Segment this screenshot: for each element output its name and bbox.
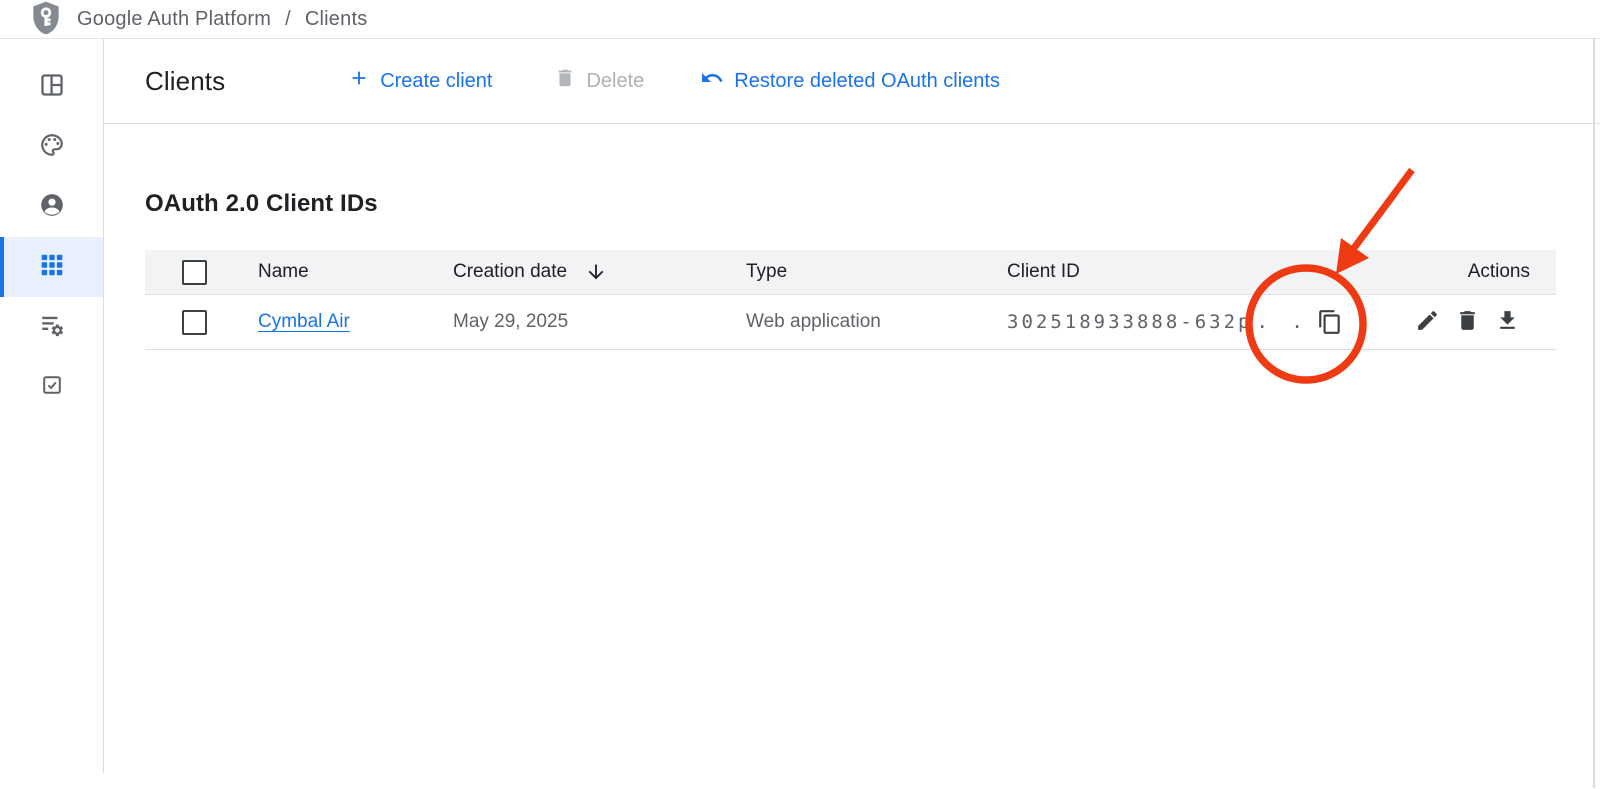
column-header-client-id[interactable]: Client ID bbox=[1007, 261, 1407, 283]
sidebar bbox=[0, 39, 104, 773]
sidebar-item-verification[interactable] bbox=[0, 357, 103, 417]
table-header-row: Name Creation date Type Client ID Action… bbox=[145, 250, 1556, 295]
column-header-actions: Actions bbox=[1407, 261, 1556, 283]
client-name-link[interactable]: Cymbal Air bbox=[258, 311, 350, 332]
create-client-button[interactable]: Create client bbox=[348, 67, 492, 95]
undo-icon bbox=[700, 66, 724, 96]
sort-descending-icon bbox=[585, 261, 607, 283]
edit-client-button[interactable] bbox=[1415, 308, 1440, 336]
breadcrumb: Google Auth Platform / Clients bbox=[77, 8, 367, 31]
trash-icon bbox=[554, 67, 576, 95]
column-header-name[interactable]: Name bbox=[258, 261, 453, 283]
restore-clients-button[interactable]: Restore deleted OAuth clients bbox=[700, 66, 1000, 96]
client-id-cell: 302518933888-632p . . bbox=[1007, 309, 1407, 335]
main-content: Clients Create client Delete Restore del… bbox=[104, 39, 1600, 789]
sidebar-item-data-access[interactable] bbox=[0, 297, 103, 357]
select-all-checkbox[interactable] bbox=[182, 260, 207, 285]
sidebar-item-audience[interactable] bbox=[0, 177, 103, 237]
page-title: Clients bbox=[145, 66, 225, 97]
column-header-type[interactable]: Type bbox=[746, 261, 1007, 283]
plus-icon bbox=[348, 67, 370, 95]
dashboard-icon bbox=[39, 72, 65, 103]
top-bar: Google Auth Platform / Clients bbox=[0, 0, 1600, 39]
breadcrumb-separator: / bbox=[285, 8, 291, 31]
download-client-button[interactable] bbox=[1495, 308, 1520, 336]
table-row: Cymbal Air May 29, 2025 Web application … bbox=[145, 295, 1556, 350]
checkbox-check-icon bbox=[40, 373, 64, 402]
client-id-value: 302518933888-632p bbox=[1007, 311, 1252, 333]
copy-client-id-button[interactable] bbox=[1317, 309, 1343, 335]
page-header: Clients Create client Delete Restore del… bbox=[104, 39, 1600, 124]
oauth-clients-table: Name Creation date Type Client ID Action… bbox=[145, 250, 1556, 350]
breadcrumb-page: Clients bbox=[305, 8, 368, 31]
delete-button[interactable]: Delete bbox=[554, 67, 644, 95]
column-header-creation-date[interactable]: Creation date bbox=[453, 261, 746, 283]
creation-date-cell: May 29, 2025 bbox=[453, 311, 746, 333]
list-gear-icon bbox=[39, 312, 65, 343]
pencil-icon bbox=[1415, 308, 1440, 336]
download-icon bbox=[1495, 308, 1520, 336]
sidebar-item-branding[interactable] bbox=[0, 117, 103, 177]
sidebar-item-overview[interactable] bbox=[0, 57, 103, 117]
palette-icon bbox=[39, 132, 65, 163]
grid-apps-icon bbox=[39, 252, 65, 283]
row-checkbox[interactable] bbox=[182, 310, 207, 335]
client-id-ellipsis: . . bbox=[1256, 311, 1308, 333]
content-right-divider bbox=[1593, 38, 1595, 788]
person-icon bbox=[39, 192, 65, 223]
type-cell: Web application bbox=[746, 311, 1007, 333]
section-title: OAuth 2.0 Client IDs bbox=[145, 190, 1600, 218]
delete-client-button[interactable] bbox=[1455, 308, 1480, 336]
breadcrumb-product[interactable]: Google Auth Platform bbox=[77, 8, 271, 31]
sidebar-item-clients[interactable] bbox=[0, 237, 103, 297]
trash-icon bbox=[1455, 308, 1480, 336]
shield-key-icon bbox=[30, 1, 62, 37]
